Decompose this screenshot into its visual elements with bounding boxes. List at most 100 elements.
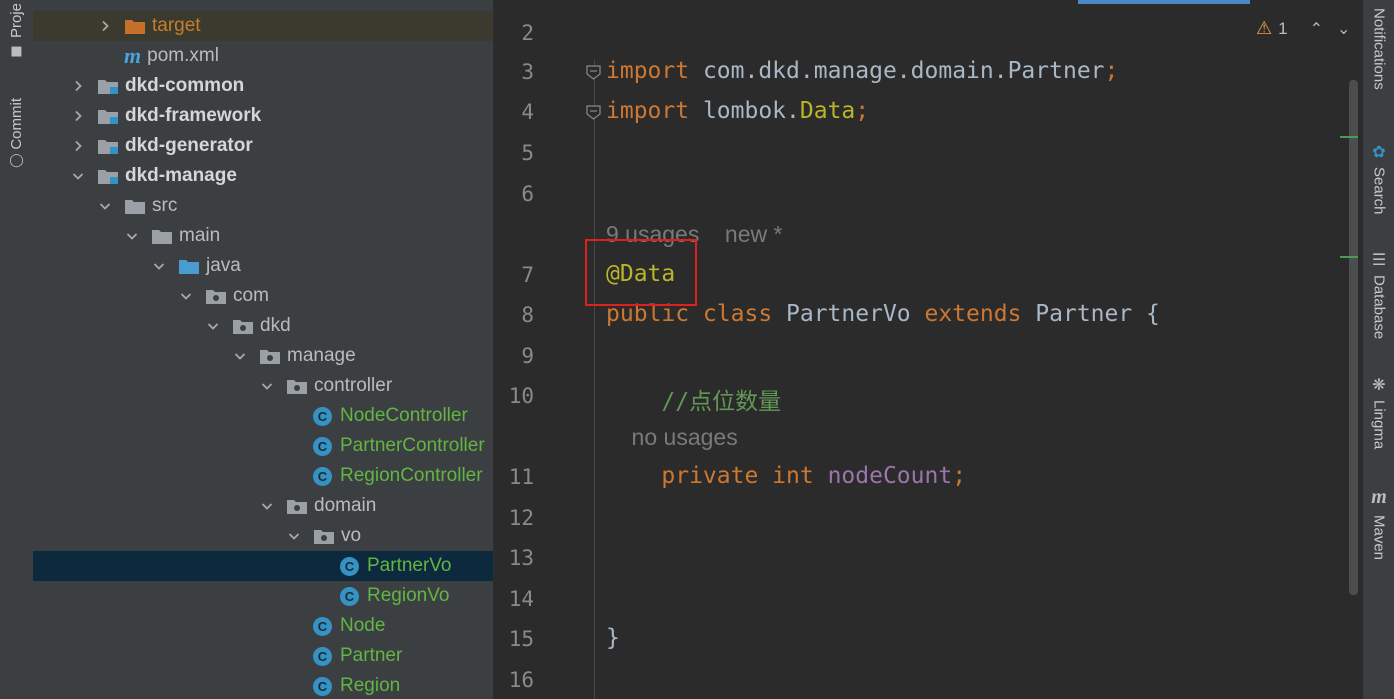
tree-item-label: target	[152, 15, 201, 36]
line-number: 16	[508, 668, 534, 692]
code-token: ;	[855, 98, 870, 124]
tree-item-domain[interactable]: domain	[33, 491, 493, 521]
inspection-widget[interactable]: ⚠ 1 ⌃ ⌄	[1256, 18, 1350, 39]
tree-item-partner[interactable]: C Partner	[33, 641, 493, 671]
tree-item-dkd-manage[interactable]: dkd-manage	[33, 161, 493, 191]
code-token: import	[606, 98, 690, 124]
line-number: 12	[508, 506, 534, 530]
package-icon	[232, 317, 254, 335]
line-number: 8	[521, 303, 534, 327]
chevron-down-icon[interactable]	[287, 521, 301, 551]
search-tab-label: Search	[1370, 167, 1388, 215]
chevron-right-icon[interactable]	[71, 131, 85, 161]
chevron-down-icon[interactable]	[152, 251, 166, 281]
tree-item-java[interactable]: java	[33, 251, 493, 281]
tree-item-label: controller	[314, 375, 393, 396]
java-class-icon: C	[340, 586, 359, 606]
inlay-usage-hint[interactable]: no usages	[606, 424, 738, 451]
tree-item-node[interactable]: C Node	[33, 611, 493, 641]
line-number: 13	[508, 546, 534, 570]
code-token: Data	[799, 98, 856, 124]
fold-marker-icon[interactable]	[585, 104, 602, 121]
tree-item-label: Region	[340, 675, 401, 696]
tree-item-label: dkd-manage	[125, 165, 237, 186]
java-class-icon: C	[313, 436, 332, 456]
tree-item-dkd-generator[interactable]: dkd-generator	[33, 131, 493, 161]
active-tab-indicator	[1078, 0, 1250, 4]
tree-item-label: domain	[314, 495, 377, 516]
chevron-down-icon[interactable]	[71, 161, 85, 191]
tree-item-regionvo[interactable]: C RegionVo	[33, 581, 493, 611]
fold-guide	[594, 60, 595, 699]
tree-item-partnervo[interactable]: C PartnerVo	[33, 551, 493, 581]
chevron-down-icon[interactable]	[206, 311, 220, 341]
search-tool-tab[interactable]: ✿ Search	[1363, 142, 1394, 215]
tree-item-label: Node	[340, 615, 386, 636]
left-tool-strip: Proje ■ Commit ◯	[0, 0, 34, 699]
chevron-right-icon[interactable]	[71, 71, 85, 101]
code-token: PartnerVo	[772, 301, 925, 327]
tree-item-region[interactable]: C Region	[33, 671, 493, 699]
tree-item-manage[interactable]: manage	[33, 341, 493, 371]
tree-item-nodecontroller[interactable]: C NodeController	[33, 401, 493, 431]
tree-item-controller[interactable]: controller	[33, 371, 493, 401]
tree-item-regioncontroller[interactable]: C RegionController	[33, 461, 493, 491]
excluded-folder-icon	[124, 17, 146, 35]
annotation-highlight-box	[585, 239, 697, 306]
tree-item-label: pom.xml	[147, 45, 219, 66]
java-class-icon: C	[313, 616, 332, 636]
java-class-icon: C	[313, 676, 332, 696]
chevron-down-icon[interactable]	[260, 371, 274, 401]
editor-scrollbar[interactable]	[1349, 80, 1358, 595]
code-token: private int	[606, 463, 814, 489]
tree-item-vo[interactable]: vo	[33, 521, 493, 551]
code-line[interactable]: private int nodeCount;	[606, 463, 966, 489]
chevron-down-icon[interactable]	[233, 341, 247, 371]
tree-item-partnercontroller[interactable]: C PartnerController	[33, 431, 493, 461]
tree-item-pom-xml[interactable]: m pom.xml	[33, 41, 493, 71]
next-highlight-icon[interactable]: ⌄	[1337, 19, 1350, 39]
notifications-tool-tab[interactable]: Notifications	[1363, 8, 1394, 90]
chevron-right-icon[interactable]	[71, 101, 85, 131]
tree-item-dkd-common[interactable]: dkd-common	[33, 71, 493, 101]
previous-highlight-icon[interactable]: ⌃	[1310, 19, 1323, 39]
fold-marker-icon[interactable]	[585, 64, 602, 81]
line-number: 9	[521, 344, 534, 368]
tree-item-src[interactable]: src	[33, 191, 493, 221]
tree-item-dkd-framework[interactable]: dkd-framework	[33, 101, 493, 131]
database-tool-tab[interactable]: ☰ Database	[1363, 250, 1394, 339]
tree-item-com[interactable]: com	[33, 281, 493, 311]
warning-icon: ⚠	[1256, 18, 1273, 38]
tree-item-target[interactable]: target	[33, 11, 493, 41]
code-line[interactable]: }	[606, 625, 620, 651]
gutter-change-marker	[1340, 136, 1358, 138]
right-tool-strip: Notifications ✿ Search ☰ Database ❋ Ling…	[1362, 0, 1394, 699]
source-folder-icon	[178, 257, 200, 275]
code-line[interactable]: //点位数量	[606, 382, 781, 416]
commit-tab-label: Commit	[8, 97, 25, 150]
package-icon	[313, 527, 335, 545]
chevron-down-icon[interactable]	[125, 221, 139, 251]
chevron-right-icon[interactable]	[98, 11, 112, 41]
chevron-down-icon[interactable]	[98, 191, 112, 221]
line-number: 5	[521, 141, 534, 165]
tree-item-main[interactable]: main	[33, 221, 493, 251]
maven-tool-tab[interactable]: m Maven	[1363, 486, 1394, 560]
code-line[interactable]: import lombok.Data;	[606, 98, 869, 124]
project-tool-tab[interactable]: Proje ■	[0, 0, 33, 62]
tree-item-dkd[interactable]: dkd	[33, 311, 493, 341]
chevron-down-icon[interactable]	[179, 281, 193, 311]
chevron-down-icon[interactable]	[260, 491, 274, 521]
tree-item-label: NodeController	[340, 405, 468, 426]
code-editor[interactable]: 2 3 import com.dkd.manage.domain.Partner; 4…	[494, 0, 1362, 699]
package-icon	[286, 377, 308, 395]
module-folder-icon	[97, 137, 119, 155]
code-line[interactable]: import com.dkd.manage.domain.Partner;	[606, 58, 1118, 84]
lingma-icon: ❋	[1372, 375, 1386, 394]
commit-tool-tab[interactable]: Commit ◯	[0, 88, 33, 178]
tree-item-label: RegionVo	[367, 585, 450, 606]
lingma-tool-tab[interactable]: ❋ Lingma	[1363, 375, 1394, 449]
